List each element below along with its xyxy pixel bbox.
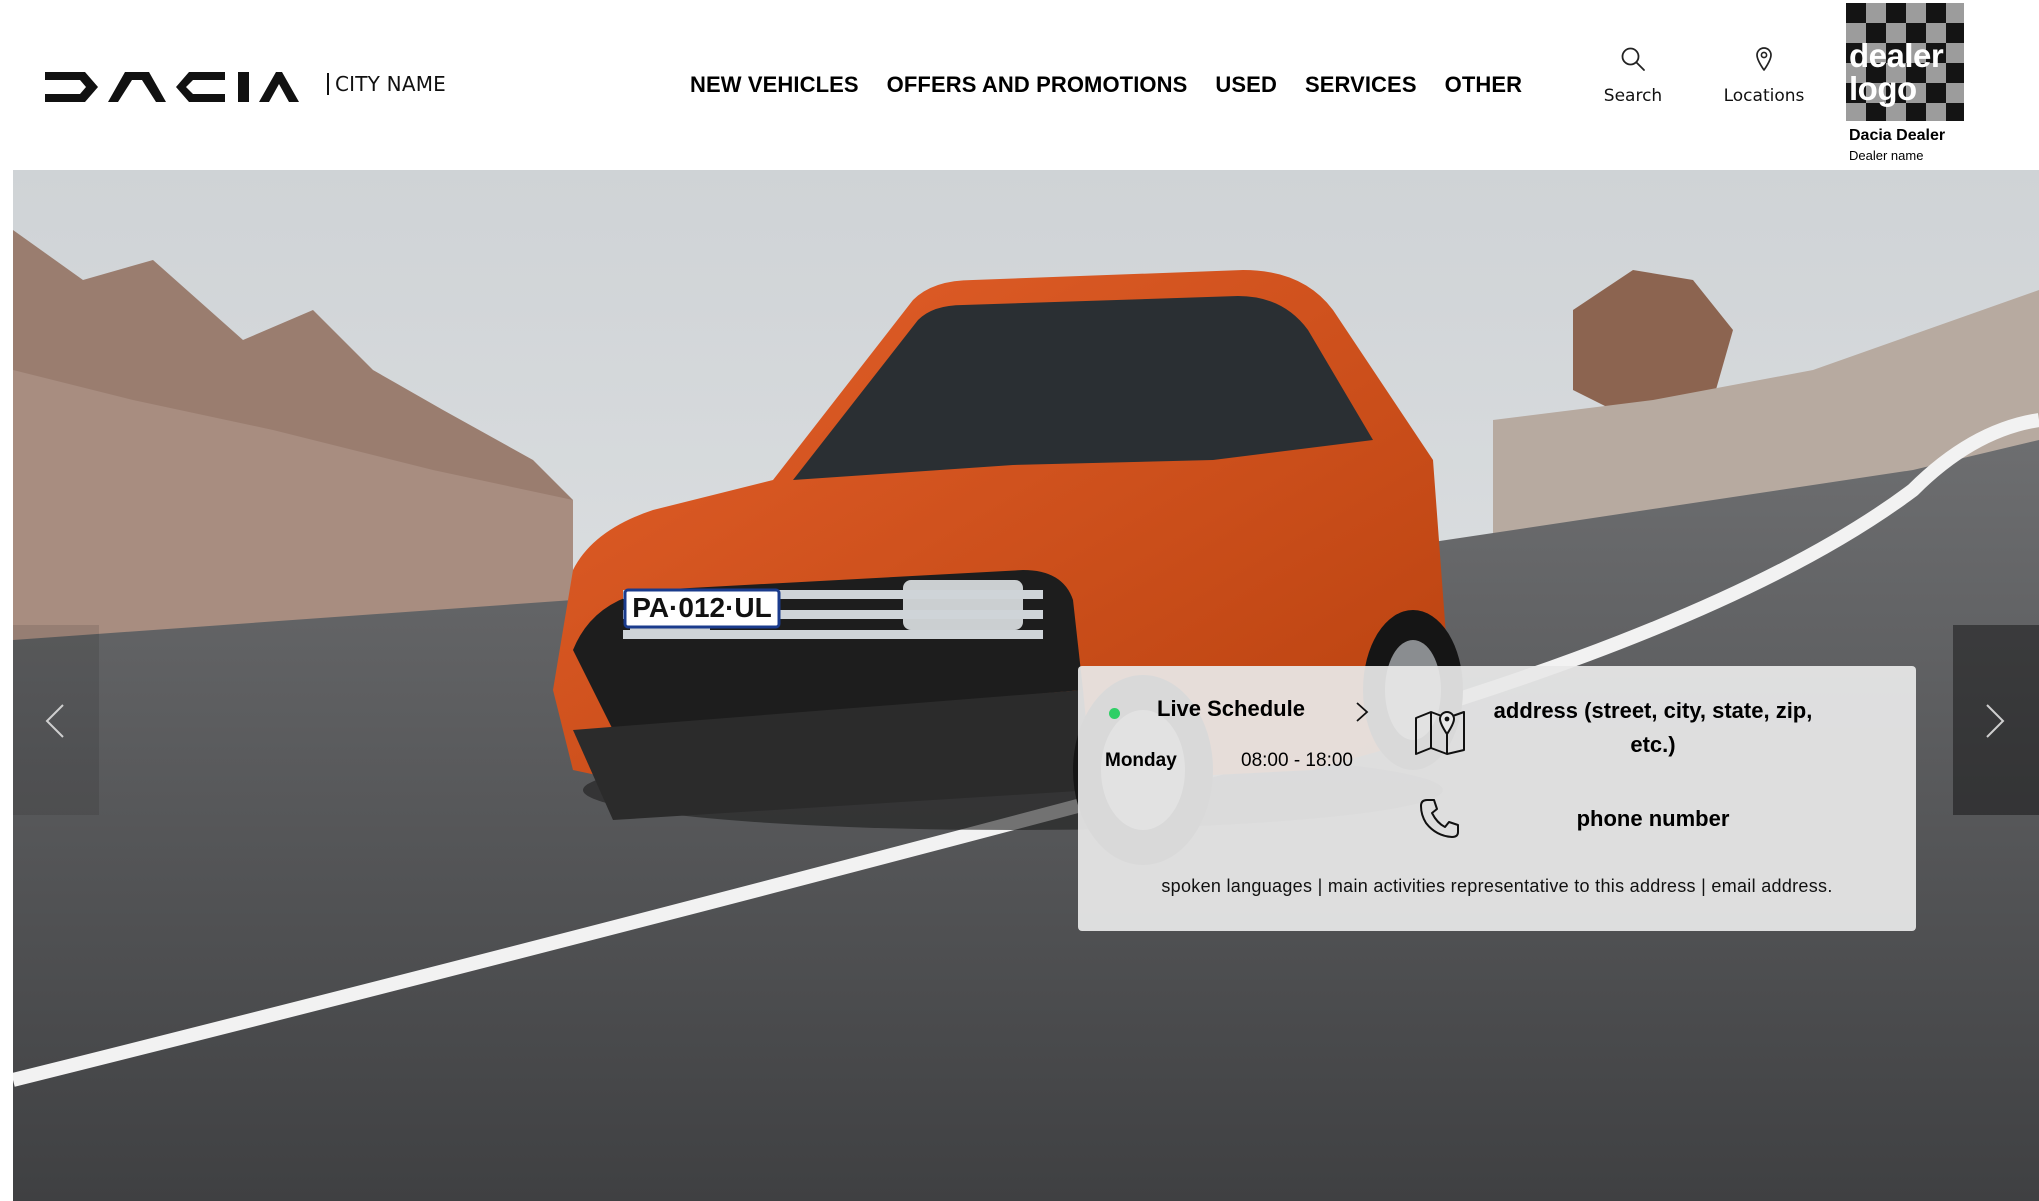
open-status-dot: [1109, 708, 1120, 719]
schedule-day: Monday: [1105, 750, 1177, 771]
dealer-title: Dacia Dealer: [1849, 127, 1946, 144]
city-label: CITY NAME: [335, 72, 446, 96]
site-header: CITY NAME NEW VEHICLES OFFERS AND PROMOT…: [0, 0, 2039, 170]
chevron-left-icon: [45, 704, 64, 738]
main-nav: NEW VEHICLES OFFERS AND PROMOTIONS USED …: [690, 72, 1522, 98]
city-name: CITY NAME: [327, 72, 446, 96]
locations-button[interactable]: Locations: [1699, 46, 1829, 106]
dealer-details: spoken languages | main activities repre…: [1161, 876, 1833, 896]
locations-label: Locations: [1723, 86, 1805, 106]
schedule-hours: 08:00 - 18:00: [1241, 750, 1353, 771]
dealer-info-panel: Live Schedule Monday 08:00 - 18:00 addre…: [1078, 666, 1916, 931]
nav-offers-and-promotions[interactable]: OFFERS AND PROMOTIONS: [887, 72, 1188, 98]
nav-other[interactable]: OTHER: [1445, 72, 1523, 98]
location-pin-icon: [1756, 47, 1772, 71]
phone-icon: [1420, 799, 1459, 838]
search-icon: [1621, 47, 1645, 71]
chevron-right-icon[interactable]: [1354, 700, 1370, 724]
nav-new-vehicles[interactable]: NEW VEHICLES: [690, 72, 859, 98]
chevron-right-icon: [1986, 704, 2005, 738]
nav-services[interactable]: SERVICES: [1305, 72, 1417, 98]
carousel-next-button[interactable]: [1953, 625, 2039, 815]
dealer-logo-text: dealer logo: [1849, 37, 1944, 107]
schedule-title[interactable]: Live Schedule: [1157, 696, 1305, 722]
dealer-phone[interactable]: phone number: [1488, 806, 1818, 832]
dacia-logo[interactable]: [45, 72, 299, 102]
map-icon: [1415, 711, 1465, 755]
search-label: Search: [1603, 86, 1663, 106]
license-plate: PA·012·UL: [632, 592, 772, 623]
dealer-subtitle: Dealer name: [1849, 148, 1924, 163]
nav-used[interactable]: USED: [1215, 72, 1277, 98]
city-divider: [327, 73, 329, 95]
dealer-address[interactable]: address (street, city, state, zip, etc.): [1488, 694, 1818, 762]
dealer-logo[interactable]: dealer logo: [1846, 3, 1964, 121]
carousel-prev-button[interactable]: [13, 625, 99, 815]
search-button[interactable]: Search: [1568, 46, 1698, 106]
